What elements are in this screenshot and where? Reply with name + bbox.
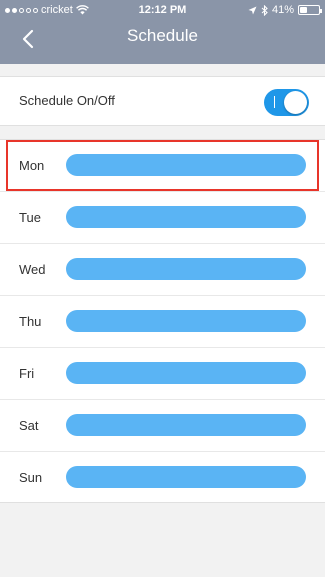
day-schedule-bar[interactable] xyxy=(66,206,306,228)
bluetooth-icon xyxy=(261,4,268,16)
day-row-mon[interactable]: Mon xyxy=(0,140,325,192)
day-schedule-bar[interactable] xyxy=(66,466,306,488)
schedule-toggle-row: Schedule On/Off xyxy=(0,76,325,126)
day-schedule-bar[interactable] xyxy=(66,310,306,332)
day-schedule-bar[interactable] xyxy=(66,258,306,280)
day-label: Fri xyxy=(19,366,35,381)
bottom-spacer xyxy=(0,504,325,577)
battery-percent: 41% xyxy=(271,4,294,16)
day-row-wed[interactable]: Wed xyxy=(0,244,325,296)
switch-knob xyxy=(284,91,307,114)
day-schedule-bar[interactable] xyxy=(66,414,306,436)
day-label: Sun xyxy=(19,470,43,485)
day-row-tue[interactable]: Tue xyxy=(0,192,325,244)
status-right: 41% xyxy=(248,4,322,16)
schedule-toggle-switch[interactable] xyxy=(264,89,309,116)
day-label: Wed xyxy=(19,262,46,277)
day-label: Mon xyxy=(19,158,45,173)
battery-icon xyxy=(298,5,322,15)
day-row-fri[interactable]: Fri xyxy=(0,348,325,400)
day-schedule-bar[interactable] xyxy=(66,154,306,176)
status-bar: cricket 12:12 PM 41% xyxy=(0,0,325,20)
day-row-sun[interactable]: Sun xyxy=(0,452,325,504)
day-row-thu[interactable]: Thu xyxy=(0,296,325,348)
day-label: Tue xyxy=(19,210,41,225)
location-arrow-icon xyxy=(248,6,257,14)
day-label: Sat xyxy=(19,418,39,433)
battery-level xyxy=(300,7,308,13)
day-row-sat[interactable]: Sat xyxy=(0,400,325,452)
switch-on-indicator xyxy=(274,96,275,108)
schedule-toggle-label: Schedule On/Off xyxy=(19,93,115,108)
page-title: Schedule xyxy=(127,26,198,45)
app-header: cricket 12:12 PM 41% Schedule xyxy=(0,0,325,64)
day-schedule-bar[interactable] xyxy=(66,362,306,384)
day-schedule-list: Mon Tue Wed Thu Fri Sat Sun xyxy=(0,139,325,503)
day-label: Thu xyxy=(19,314,42,329)
